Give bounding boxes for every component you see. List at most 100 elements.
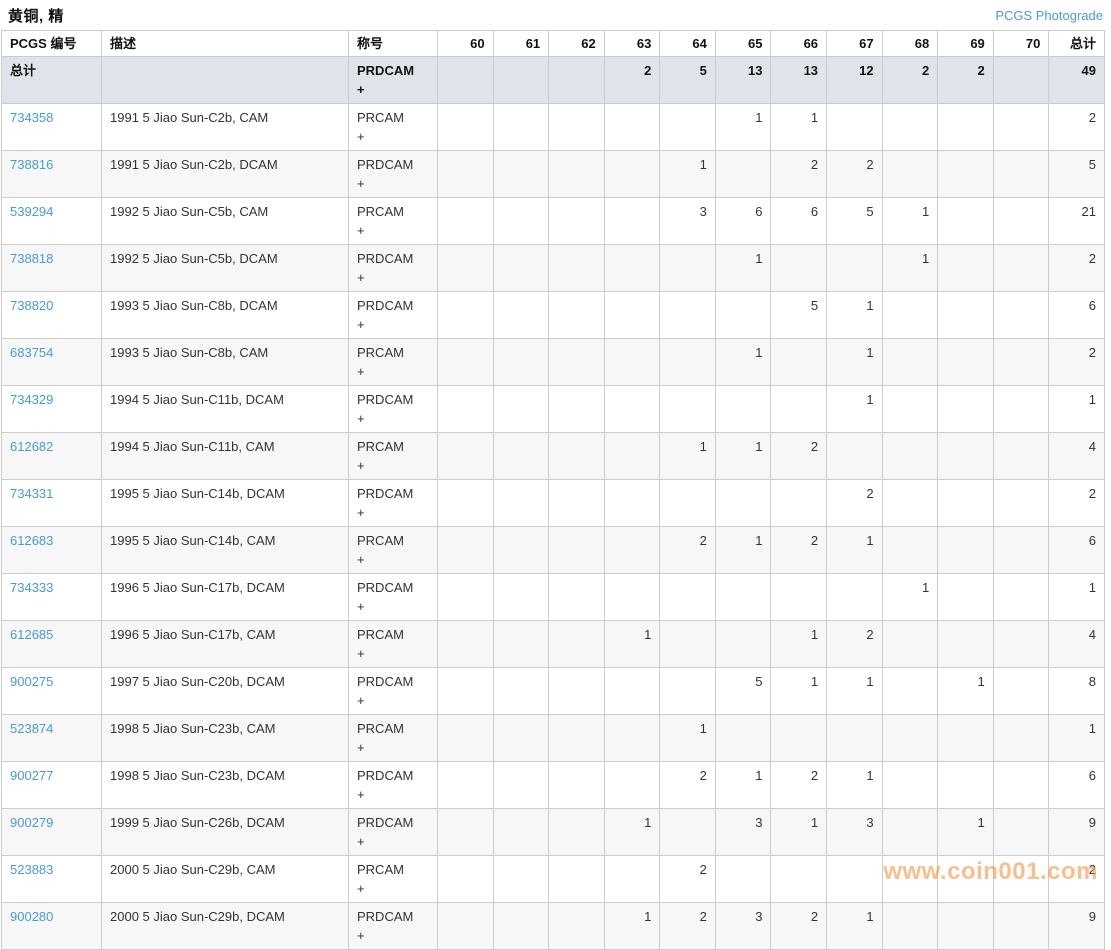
grade-count — [438, 339, 494, 386]
pcgs-number-link[interactable]: 734358 — [10, 110, 53, 125]
coin-description: 1995 5 Jiao Sun-C14b, CAM — [102, 527, 349, 574]
grade-count — [549, 104, 605, 151]
coin-description: 1998 5 Jiao Sun-C23b, CAM — [102, 715, 349, 762]
grade-count — [493, 574, 549, 621]
grade-count — [549, 668, 605, 715]
grade-count — [882, 104, 938, 151]
grade-count — [493, 292, 549, 339]
pcgs-number-link[interactable]: 738820 — [10, 298, 53, 313]
grade-count — [882, 386, 938, 433]
row-total: 2 — [1049, 104, 1105, 151]
grade-count — [493, 151, 549, 198]
grade-count — [438, 386, 494, 433]
grade-count — [604, 198, 660, 245]
table-row: 6126831995 5 Jiao Sun-C14b, CAMPRCAM +21… — [2, 527, 1105, 574]
pcgs-number-cell: 900275 — [2, 668, 102, 715]
grade-count — [493, 809, 549, 856]
grade-count — [715, 292, 771, 339]
grade-count — [438, 433, 494, 480]
pcgs-number-cell: 738816 — [2, 151, 102, 198]
pcgs-number-link[interactable]: 738816 — [10, 157, 53, 172]
grade-count — [438, 903, 494, 950]
pcgs-number-link[interactable]: 539294 — [10, 204, 53, 219]
grade-count — [549, 903, 605, 950]
coin-description: 1995 5 Jiao Sun-C14b, DCAM — [102, 480, 349, 527]
pcgs-number-link[interactable]: 900275 — [10, 674, 53, 689]
grade-count: 1 — [827, 903, 883, 950]
pcgs-number-link[interactable]: 612683 — [10, 533, 53, 548]
grade-count: 2 — [827, 480, 883, 527]
coin-description: 2000 5 Jiao Sun-C29b, CAM — [102, 856, 349, 903]
grade-count — [882, 433, 938, 480]
row-total: 5 — [1049, 151, 1105, 198]
pcgs-number-link[interactable]: 900279 — [10, 815, 53, 830]
grade-count: 1 — [827, 339, 883, 386]
pcgs-photograde-link[interactable]: PCGS Photograde — [995, 8, 1103, 23]
pcgs-number-link[interactable]: 612682 — [10, 439, 53, 454]
pcgs-number-link[interactable]: 734331 — [10, 486, 53, 501]
grade-count — [660, 339, 716, 386]
grade-count: 1 — [660, 151, 716, 198]
grade-count — [938, 480, 994, 527]
totals-grade-count: 12 — [827, 57, 883, 104]
designation: PRDCAM + — [349, 809, 438, 856]
grade-count: 1 — [827, 762, 883, 809]
pcgs-number-link[interactable]: 683754 — [10, 345, 53, 360]
pcgs-number-link[interactable]: 900277 — [10, 768, 53, 783]
grade-count — [660, 386, 716, 433]
grade-count — [438, 668, 494, 715]
designation: PRDCAM + — [349, 245, 438, 292]
pcgs-number-link[interactable]: 900280 — [10, 909, 53, 924]
pcgs-number-link[interactable]: 738818 — [10, 251, 53, 266]
designation: PRCAM + — [349, 339, 438, 386]
row-total: 1 — [1049, 574, 1105, 621]
grade-count — [771, 574, 827, 621]
grade-count — [938, 292, 994, 339]
table-body: 7343581991 5 Jiao Sun-C2b, CAMPRCAM +112… — [2, 104, 1105, 950]
coin-description: 1996 5 Jiao Sun-C17b, CAM — [102, 621, 349, 668]
grade-count — [882, 527, 938, 574]
pcgs-number-link[interactable]: 523874 — [10, 721, 53, 736]
grade-count: 1 — [604, 621, 660, 668]
grade-count — [993, 809, 1049, 856]
coin-description: 1993 5 Jiao Sun-C8b, DCAM — [102, 292, 349, 339]
grade-count — [604, 668, 660, 715]
table-row: 7343581991 5 Jiao Sun-C2b, CAMPRCAM +112 — [2, 104, 1105, 151]
pcgs-number-link[interactable]: 523883 — [10, 862, 53, 877]
grade-count: 1 — [827, 292, 883, 339]
table-row: 7343331996 5 Jiao Sun-C17b, DCAMPRDCAM +… — [2, 574, 1105, 621]
totals-grade-count: 2 — [604, 57, 660, 104]
column-header: 65 — [715, 31, 771, 57]
grade-count — [493, 715, 549, 762]
grade-count: 1 — [938, 809, 994, 856]
grade-count: 2 — [771, 151, 827, 198]
grade-count — [715, 715, 771, 762]
grade-count — [993, 480, 1049, 527]
grade-count — [993, 668, 1049, 715]
grade-count — [438, 292, 494, 339]
grade-count: 5 — [827, 198, 883, 245]
pcgs-number-link[interactable]: 734329 — [10, 392, 53, 407]
grade-count: 3 — [715, 809, 771, 856]
table-row: 6126821994 5 Jiao Sun-C11b, CAMPRCAM +11… — [2, 433, 1105, 480]
coin-description: 2000 5 Jiao Sun-C29b, DCAM — [102, 903, 349, 950]
designation: PRCAM + — [349, 433, 438, 480]
grade-count: 1 — [660, 433, 716, 480]
pcgs-number-link[interactable]: 734333 — [10, 580, 53, 595]
row-total: 4 — [1049, 621, 1105, 668]
grade-count — [604, 104, 660, 151]
grade-count — [938, 715, 994, 762]
totals-grade-count: 13 — [715, 57, 771, 104]
grade-count — [993, 762, 1049, 809]
grade-count — [493, 386, 549, 433]
designation: PRDCAM + — [349, 292, 438, 339]
pcgs-number-link[interactable]: 612685 — [10, 627, 53, 642]
grade-count — [438, 245, 494, 292]
table-row: 6126851996 5 Jiao Sun-C17b, CAMPRCAM +11… — [2, 621, 1105, 668]
grade-count — [549, 527, 605, 574]
designation: PRCAM + — [349, 527, 438, 574]
grade-count — [493, 621, 549, 668]
grade-count — [438, 151, 494, 198]
row-total: 4 — [1049, 433, 1105, 480]
column-header: 64 — [660, 31, 716, 57]
